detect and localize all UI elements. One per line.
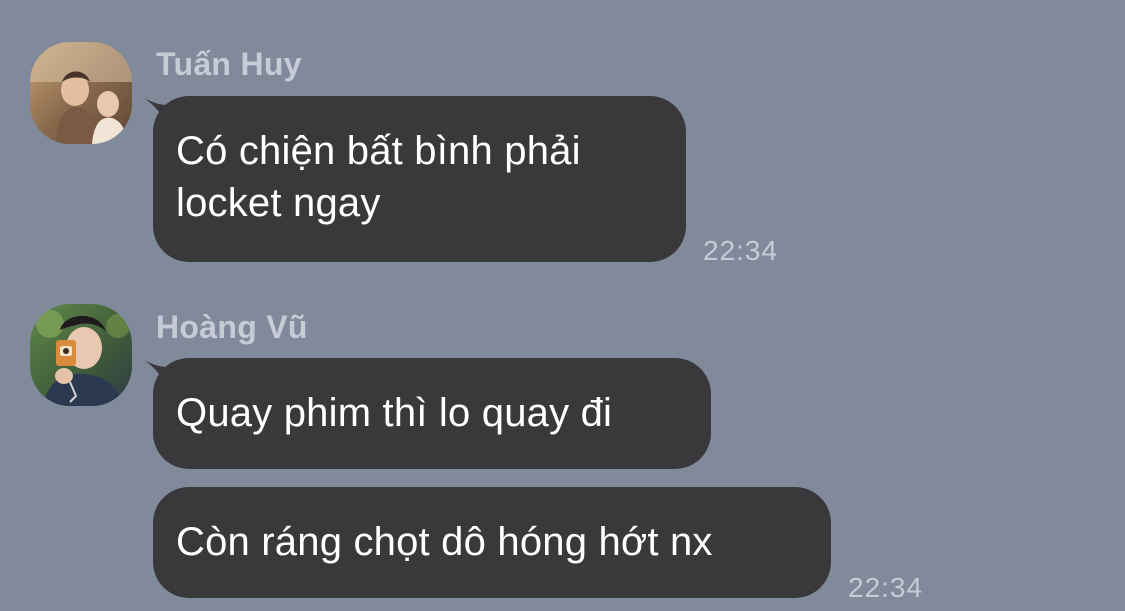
message-bubble[interactable]: Có chiện bất bình phải locket ngay [153,96,686,262]
sender-name: Hoàng Vũ [156,309,308,345]
sender-name: Tuấn Huy [156,46,302,82]
message-timestamp: 22:34 [848,572,924,603]
avatar[interactable] [30,42,132,144]
avatar[interactable] [30,304,132,406]
message-text: Có chiện bất bình phải locket ngay [176,129,581,225]
message-text: Quay phim thì lo quay đi [176,391,613,435]
message-timestamp: 22:34 [703,235,779,266]
chat-thread: Tuấn Huy Có chiện bất bình phải locket n… [0,0,1125,611]
message-bubble[interactable]: Quay phim thì lo quay đi [153,358,711,469]
avatar-photo-icon [30,304,132,406]
message-text: Còn ráng chọt dô hóng hớt nx [176,520,713,564]
avatar-photo-icon [30,42,132,144]
message-bubble[interactable]: Còn ráng chọt dô hóng hớt nx [153,487,831,598]
